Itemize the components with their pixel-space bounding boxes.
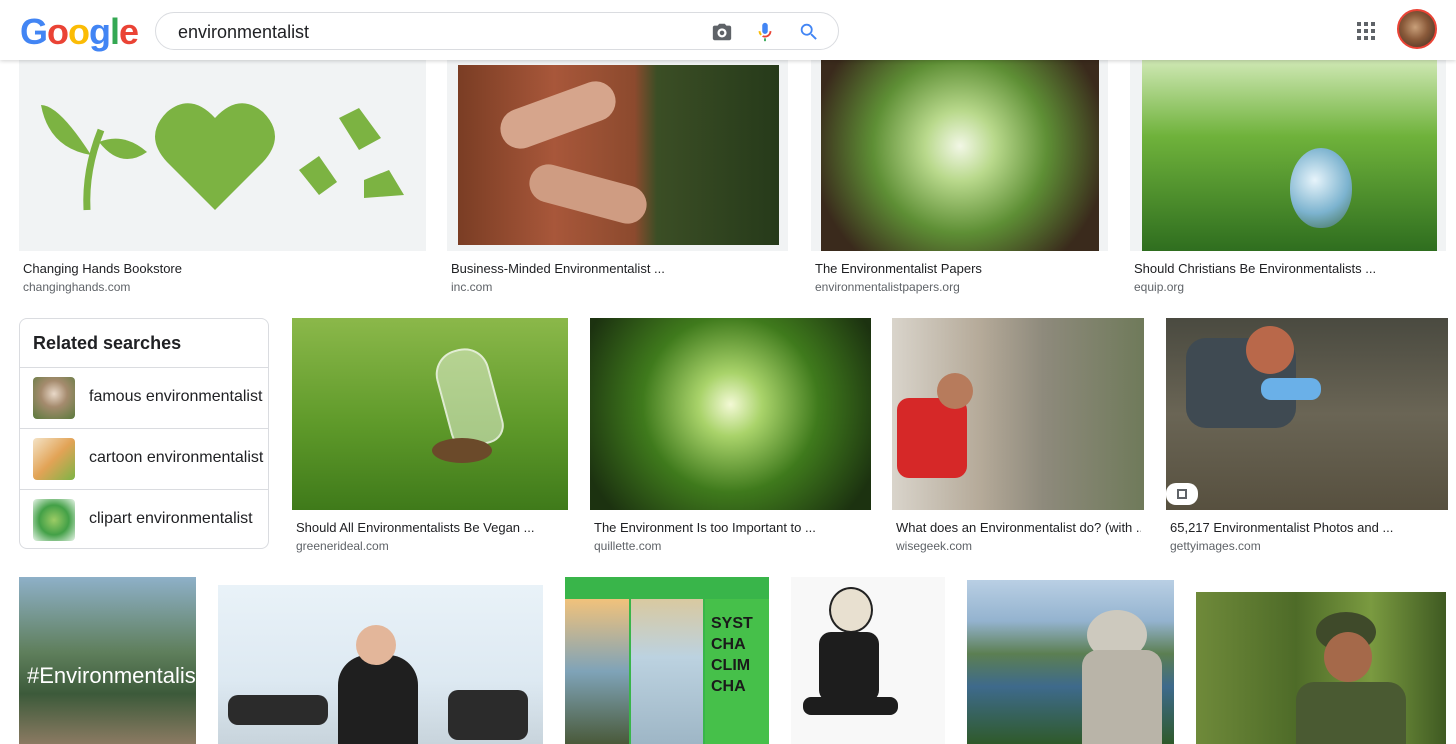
camera-icon[interactable] — [711, 21, 733, 43]
protest-sign-text: SYST CHA CLIM CHA — [711, 615, 753, 695]
result-source[interactable]: inc.com — [451, 280, 492, 294]
result-source[interactable]: quillette.com — [594, 539, 661, 553]
result-source[interactable]: wisegeek.com — [896, 539, 972, 553]
result-title[interactable]: Should All Environmentalists Be Vegan ..… — [296, 520, 566, 535]
result-title[interactable]: The Environment Is too Important to ... — [594, 520, 871, 535]
logo-letter: G — [20, 11, 48, 52]
related-thumbnail — [33, 438, 75, 480]
result-source[interactable]: changinghands.com — [23, 280, 130, 294]
result-source[interactable]: equip.org — [1134, 280, 1184, 294]
result-card[interactable]: Changing Hands Bookstore changinghands.c… — [19, 60, 426, 300]
result-source[interactable]: environmentalistpapers.org — [815, 280, 960, 294]
result-thumbnail[interactable]: SYST CHA CLIM CHA — [565, 577, 769, 744]
image-badge — [1166, 483, 1198, 505]
result-thumbnail[interactable] — [19, 60, 426, 251]
result-thumbnail[interactable] — [967, 580, 1174, 744]
result-card[interactable]: Should Christians Be Environmentalists .… — [1130, 60, 1446, 300]
forest-canopy-image — [821, 60, 1099, 251]
related-search-item[interactable]: cartoon environmentalist — [20, 428, 268, 489]
search-icon[interactable] — [798, 21, 820, 43]
result-card[interactable]: The Environment Is too Important to ... … — [590, 318, 871, 560]
result-title[interactable]: 65,217 Environmentalist Photos and ... — [1170, 520, 1446, 535]
result-thumbnail[interactable] — [447, 60, 788, 251]
related-searches-heading: Related searches — [33, 333, 182, 353]
logo-letter: l — [110, 11, 120, 52]
apps-grid-icon[interactable] — [1354, 19, 1378, 43]
result-card[interactable]: Business-Minded Environmentalist ... inc… — [447, 60, 788, 300]
related-search-label: cartoon environmentalist — [89, 449, 264, 466]
result-thumbnail[interactable]: #Environmentalis — [19, 577, 196, 744]
google-logo[interactable]: Google — [20, 11, 139, 52]
result-thumbnail[interactable] — [1196, 592, 1446, 744]
result-thumbnail[interactable] — [1166, 318, 1448, 510]
man-hugging-tree-image — [897, 398, 967, 478]
account-avatar[interactable] — [1397, 9, 1437, 49]
result-title[interactable]: Changing Hands Bookstore — [23, 261, 423, 276]
earth-egg-image — [1142, 60, 1437, 251]
logo-letter: o — [47, 11, 69, 52]
lightbulb-image — [430, 342, 508, 453]
result-card[interactable]: The Environmentalist Papers environmenta… — [811, 60, 1108, 300]
logo-letter: o — [68, 11, 90, 52]
result-thumbnail[interactable] — [590, 318, 871, 510]
related-search-item[interactable]: clipart environmentalist — [20, 489, 268, 550]
related-searches-panel: Related searches famous environmentalist… — [19, 318, 269, 549]
related-thumbnail — [33, 499, 75, 541]
tree-hug-image — [458, 65, 779, 245]
result-thumbnail[interactable] — [811, 60, 1108, 251]
eco-icons-image — [41, 103, 404, 211]
logo-letter: g — [89, 11, 111, 52]
top-bar: Google — [0, 0, 1456, 60]
image-icon — [1177, 489, 1187, 499]
result-thumbnail[interactable] — [791, 577, 945, 744]
result-card[interactable]: Should All Environmentalists Be Vegan ..… — [292, 318, 568, 560]
related-search-item[interactable]: famous environmentalist — [20, 367, 268, 428]
result-title[interactable]: Business-Minded Environmentalist ... — [451, 261, 786, 276]
related-search-label: clipart environmentalist — [89, 510, 253, 527]
result-source[interactable]: greenerideal.com — [296, 539, 389, 553]
result-thumbnail[interactable] — [1130, 60, 1446, 251]
result-thumbnail[interactable] — [292, 318, 568, 510]
related-thumbnail — [33, 377, 75, 419]
related-search-label: famous environmentalist — [89, 388, 263, 405]
thumbnail-overlay-text: #Environmentalis — [27, 663, 196, 688]
result-card[interactable]: What does an Environmentalist do? (with … — [892, 318, 1144, 560]
result-title[interactable]: The Environmentalist Papers — [815, 261, 1105, 276]
logo-letter: e — [119, 11, 139, 52]
search-input[interactable] — [176, 19, 700, 45]
result-thumbnail[interactable] — [218, 585, 543, 744]
result-card[interactable]: 65,217 Environmentalist Photos and ... g… — [1166, 318, 1448, 560]
result-thumbnail[interactable] — [892, 318, 1144, 510]
search-box — [155, 12, 839, 50]
result-title[interactable]: What does an Environmentalist do? (with … — [896, 520, 1141, 535]
result-title[interactable]: Should Christians Be Environmentalists .… — [1134, 261, 1444, 276]
mic-icon[interactable] — [754, 21, 776, 43]
result-source[interactable]: gettyimages.com — [1170, 539, 1261, 553]
